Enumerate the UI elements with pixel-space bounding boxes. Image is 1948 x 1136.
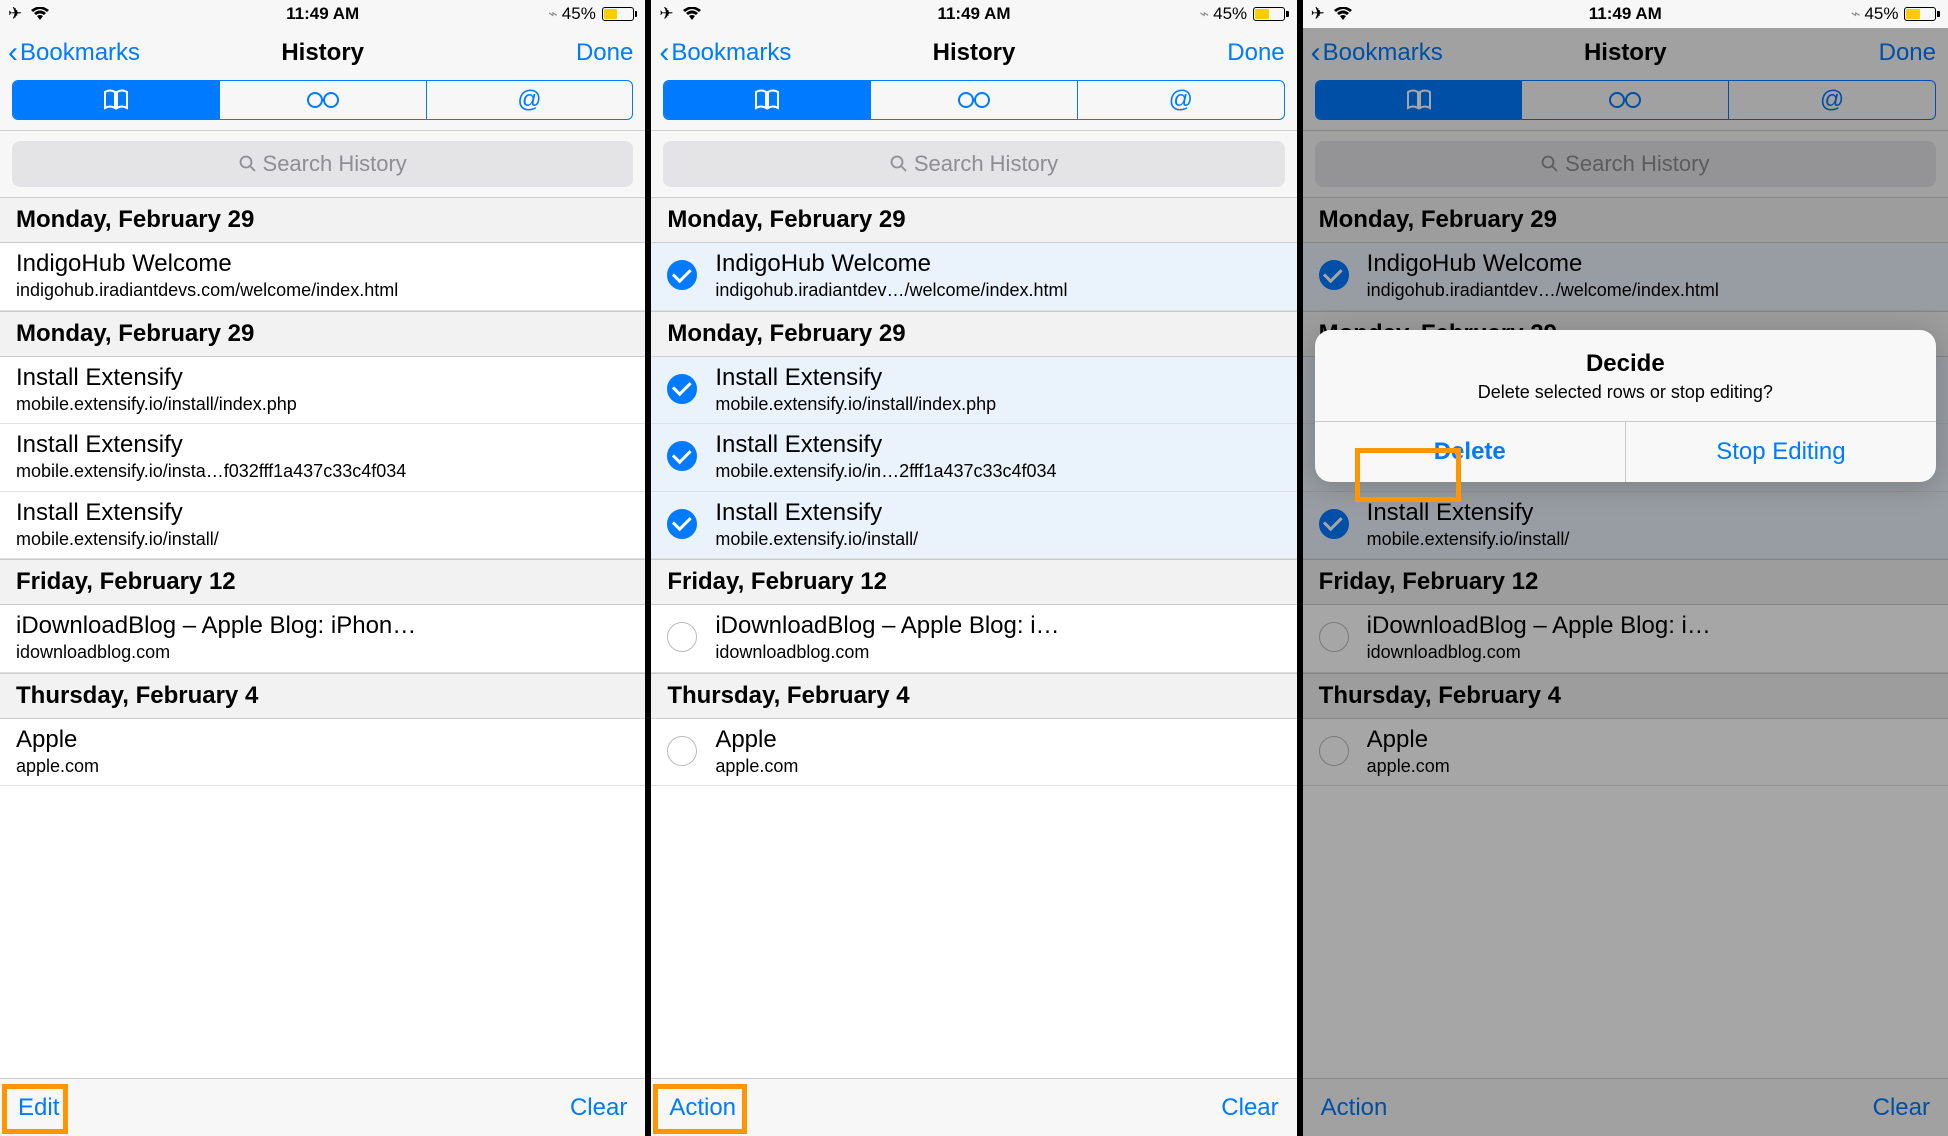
search-container: Search History [651,131,1296,197]
navigation-bar: ‹ Bookmarks History Done @ [0,28,645,131]
alert-message: Delete selected rows or stop editing? [1339,382,1912,403]
at-icon: @ [1169,86,1193,114]
chevron-left-icon: ‹ [659,38,669,68]
segmented-control: @ [12,80,633,120]
search-container: Search History [0,131,645,197]
history-list[interactable]: Monday, February 29 IndigoHub Welcomeind… [0,197,645,1078]
chevron-left-icon: ‹ [8,38,18,68]
phone-screen-1: ✈ 11:49 AM ⌁ 45% ‹ Bookmarks History Don… [0,0,645,1136]
history-row[interactable]: Install Extensifymobile.extensify.io/ins… [651,492,1296,560]
history-row[interactable]: IndigoHub Welcomeindigohub.iradiantdevs.… [0,243,645,311]
history-row[interactable]: Install Extensifymobile.extensify.io/ins… [651,357,1296,425]
status-bar: ✈ 11:49 AM ⌁ 45% [0,0,645,28]
tab-bookmarks[interactable] [664,81,870,119]
toolbar: Action Clear [651,1078,1296,1136]
done-button[interactable]: Done [576,39,633,67]
history-row[interactable]: IndigoHub Welcomeindigohub.iradiantdev…/… [651,243,1296,311]
at-icon: @ [517,86,541,114]
back-label: Bookmarks [671,39,791,67]
bluetooth-icon: ⌁ [1199,4,1209,24]
page-title: History [281,39,364,67]
history-row[interactable]: Appleapple.com [0,719,645,787]
phone-screen-2: ✈ 11:49 AM ⌁ 45% ‹ Bookmarks History Don… [651,0,1296,1136]
bluetooth-icon: ⌁ [548,4,558,24]
page-title: History [933,39,1016,67]
history-row[interactable]: Install Extensifymobile.extensify.io/ins… [0,492,645,560]
clear-button[interactable]: Clear [1221,1094,1278,1122]
battery-percent: 45% [1213,4,1247,24]
navigation-bar: ‹ Bookmarks History Done @ [651,28,1296,131]
alert-delete-button[interactable]: Delete [1315,422,1625,482]
glasses-icon [956,90,992,110]
history-row[interactable]: iDownloadBlog – Apple Blog: i…idownloadb… [651,605,1296,673]
toolbar: Edit Clear [0,1078,645,1136]
book-icon [752,89,782,111]
row-checkbox[interactable] [667,509,697,539]
segmented-control: @ [663,80,1284,120]
status-bar: ✈ 11:49 AM ⌁ 45% [1303,0,1948,28]
search-placeholder: Search History [914,151,1058,177]
search-placeholder: Search History [263,151,407,177]
search-icon [890,155,908,173]
back-label: Bookmarks [20,39,140,67]
alert-title: Decide [1339,350,1912,378]
row-checkbox[interactable] [667,441,697,471]
row-checkbox[interactable] [667,374,697,404]
battery-icon [1902,7,1940,21]
edit-button[interactable]: Edit [18,1094,59,1122]
battery-percent: 45% [562,4,596,24]
history-row[interactable]: Install Extensifymobile.extensify.io/in…… [651,424,1296,492]
back-button[interactable]: ‹ Bookmarks [8,38,140,68]
tab-bookmarks[interactable] [13,81,219,119]
tab-reading-list[interactable] [870,81,1077,119]
status-time: 11:49 AM [937,4,1010,24]
section-header: Monday, February 29 [0,311,645,357]
section-header: Friday, February 12 [651,559,1296,605]
alert-stop-editing-button[interactable]: Stop Editing [1625,422,1936,482]
done-button[interactable]: Done [1227,39,1284,67]
status-time: 11:49 AM [286,4,359,24]
history-row[interactable]: iDownloadBlog – Apple Blog: iPhon…idownl… [0,605,645,673]
battery-icon [1251,7,1289,21]
search-input[interactable]: Search History [12,141,633,187]
section-header: Friday, February 12 [0,559,645,605]
row-checkbox[interactable] [667,736,697,766]
tab-shared-links[interactable]: @ [426,81,633,119]
airplane-mode-icon: ✈ [659,4,673,24]
wifi-icon [1333,7,1353,21]
search-input[interactable]: Search History [663,141,1284,187]
airplane-mode-icon: ✈ [8,4,22,24]
alert-dialog: Decide Delete selected rows or stop edit… [1315,330,1936,482]
section-header: Thursday, February 4 [651,673,1296,719]
row-checkbox[interactable] [667,622,697,652]
row-checkbox[interactable] [667,260,697,290]
wifi-icon [682,7,702,21]
history-row[interactable]: Install Extensifymobile.extensify.io/ins… [0,357,645,425]
wifi-icon [30,7,50,21]
history-row[interactable]: Appleapple.com [651,719,1296,787]
status-bar: ✈ 11:49 AM ⌁ 45% [651,0,1296,28]
tab-reading-list[interactable] [219,81,426,119]
section-header: Monday, February 29 [651,311,1296,357]
book-icon [101,89,131,111]
back-button[interactable]: ‹ Bookmarks [659,38,791,68]
clear-button[interactable]: Clear [570,1094,627,1122]
phone-screen-3: ✈ 11:49 AM ⌁ 45% ‹ Bookmarks History Don… [1303,0,1948,1136]
search-icon [239,155,257,173]
section-header: Monday, February 29 [0,197,645,243]
battery-icon [600,7,638,21]
tab-shared-links[interactable]: @ [1077,81,1284,119]
bluetooth-icon: ⌁ [1851,4,1861,24]
glasses-icon [305,90,341,110]
history-list[interactable]: Monday, February 29 IndigoHub Welcomeind… [651,197,1296,1078]
history-row[interactable]: Install Extensifymobile.extensify.io/ins… [0,424,645,492]
section-header: Thursday, February 4 [0,673,645,719]
section-header: Monday, February 29 [651,197,1296,243]
action-button[interactable]: Action [669,1094,736,1122]
modal-overlay [1303,28,1948,1136]
airplane-mode-icon: ✈ [1311,4,1325,24]
battery-percent: 45% [1864,4,1898,24]
status-time: 11:49 AM [1589,4,1662,24]
